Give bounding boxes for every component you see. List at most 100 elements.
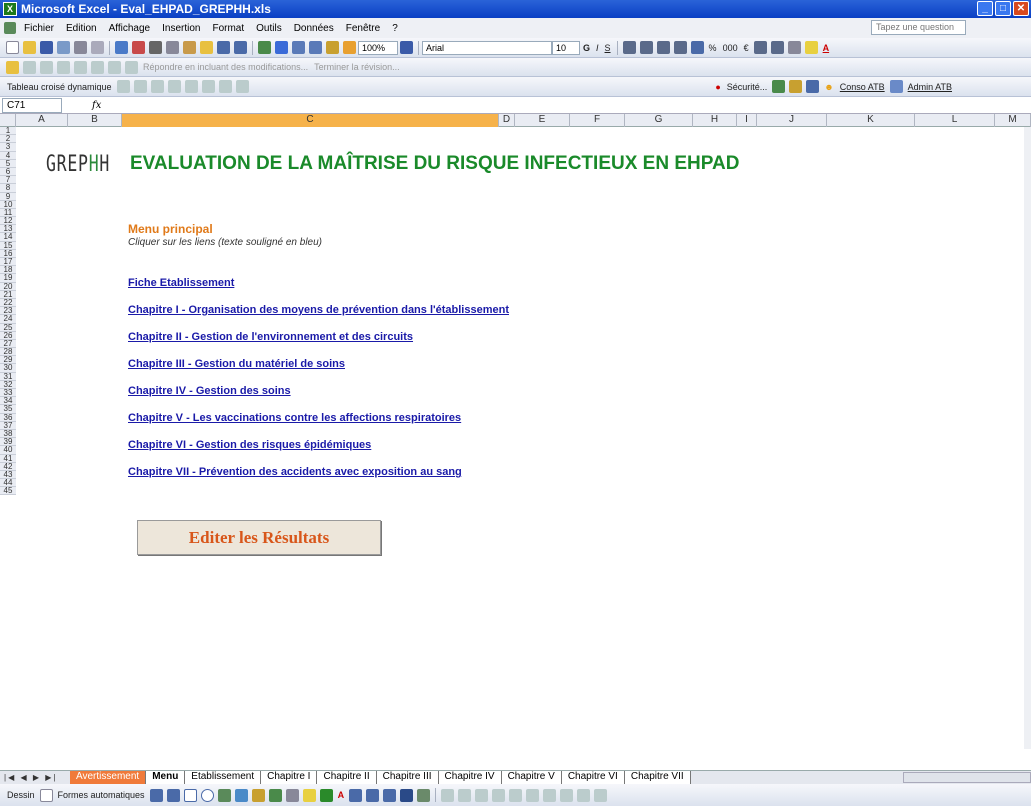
column-header-g[interactable]: G <box>625 114 693 127</box>
redo-icon[interactable] <box>234 41 247 54</box>
paste-icon[interactable] <box>183 41 196 54</box>
print-icon[interactable] <box>74 41 87 54</box>
pivot-icon-2[interactable] <box>133 80 147 93</box>
tools-icon[interactable] <box>789 80 803 93</box>
pivot-table-menu[interactable]: Tableau croisé dynamique <box>4 82 115 92</box>
align-left-icon[interactable] <box>622 41 636 54</box>
italic-icon[interactable]: I <box>593 43 602 53</box>
column-header-e[interactable]: E <box>515 114 570 127</box>
tab-chapitre-4[interactable]: Chapitre IV <box>438 771 502 784</box>
save-icon[interactable] <box>40 41 53 54</box>
rectangle-icon[interactable] <box>183 788 197 802</box>
editer-resultats-button[interactable]: Editer les Résultats <box>137 520 381 555</box>
font-color-draw-icon[interactable]: A <box>335 790 348 800</box>
percent-icon[interactable]: % <box>706 43 720 53</box>
tab-chapitre-2[interactable]: Chapitre II <box>317 771 377 784</box>
hyperlink-icon[interactable] <box>258 41 271 54</box>
pivot-icon-6[interactable] <box>201 80 215 93</box>
sort-desc-icon[interactable] <box>309 41 322 54</box>
preview-icon[interactable] <box>91 41 104 54</box>
column-header-j[interactable]: J <box>757 114 827 127</box>
menu-insertion[interactable]: Insertion <box>156 23 206 34</box>
forms-icon-2[interactable] <box>458 788 472 802</box>
forms-icon-5[interactable] <box>509 788 523 802</box>
open-icon[interactable] <box>23 41 36 54</box>
line-color-icon[interactable] <box>319 788 333 802</box>
copy-icon[interactable] <box>166 41 179 54</box>
font-size-combo[interactable]: 10 <box>552 40 580 55</box>
review-end-button[interactable]: Terminer la révision... <box>311 62 403 72</box>
minimize-button[interactable]: _ <box>977 1 993 16</box>
macro-icon[interactable] <box>772 80 786 93</box>
underline-icon[interactable]: S <box>602 43 614 53</box>
link-chapitre-6[interactable]: Chapitre VI - Gestion des risques épidém… <box>128 439 371 451</box>
pivot-icon-7[interactable] <box>218 80 232 93</box>
thousands-icon[interactable]: 000 <box>720 43 741 53</box>
vba-icon[interactable] <box>806 80 820 93</box>
horizontal-scrollbar[interactable] <box>903 772 1031 783</box>
security-icon[interactable]: ● <box>712 82 723 92</box>
link-chapitre-3[interactable]: Chapitre III - Gestion du matériel de so… <box>128 358 345 370</box>
merge-center-icon[interactable] <box>673 41 687 54</box>
menu-donnees[interactable]: Données <box>288 23 340 34</box>
conso-atb-button[interactable]: Conso ATB <box>837 82 888 92</box>
pivot-icon-4[interactable] <box>167 80 181 93</box>
security-button[interactable]: Sécurité... <box>724 82 771 92</box>
borders-icon[interactable] <box>787 41 801 54</box>
link-chapitre-4[interactable]: Chapitre IV - Gestion des soins <box>128 385 291 397</box>
align-center-icon[interactable] <box>639 41 653 54</box>
bold-icon[interactable]: G <box>580 43 593 53</box>
column-header-i[interactable]: I <box>737 114 757 127</box>
dash-style-icon[interactable] <box>366 788 380 802</box>
review-icon-8[interactable] <box>125 60 138 74</box>
select-pointer-icon[interactable] <box>39 788 53 802</box>
forms-icon-10[interactable] <box>594 788 608 802</box>
row-header[interactable]: 45 <box>0 487 16 496</box>
close-button[interactable]: ✕ <box>1013 1 1029 16</box>
pivot-icon-5[interactable] <box>184 80 198 93</box>
review-reply-button[interactable]: Répondre en incluant des modifications..… <box>140 62 311 72</box>
link-fiche-etablissement[interactable]: Fiche Etablissement <box>128 277 234 289</box>
tab-chapitre-7[interactable]: Chapitre VII <box>624 771 691 784</box>
link-chapitre-5[interactable]: Chapitre V - Les vaccinations contre les… <box>128 412 461 424</box>
menu-edition[interactable]: Edition <box>60 23 103 34</box>
tab-chapitre-3[interactable]: Chapitre III <box>376 771 439 784</box>
shadow-icon[interactable] <box>400 788 414 802</box>
column-header-c[interactable]: C <box>122 114 499 127</box>
sort-asc-icon[interactable] <box>292 41 305 54</box>
line-icon[interactable] <box>149 788 163 802</box>
tab-chapitre-6[interactable]: Chapitre VI <box>561 771 625 784</box>
forms-icon-8[interactable] <box>560 788 574 802</box>
tab-chapitre-5[interactable]: Chapitre V <box>501 771 562 784</box>
forms-icon-4[interactable] <box>492 788 506 802</box>
increase-decimal-icon[interactable] <box>753 41 767 54</box>
forms-icon-1[interactable] <box>441 788 455 802</box>
tab-etablissement[interactable]: Etablissement <box>185 771 262 784</box>
menu-outils[interactable]: Outils <box>250 23 288 34</box>
review-icon-3[interactable] <box>40 60 53 74</box>
vertical-scrollbar[interactable] <box>1024 127 1031 749</box>
menu-affichage[interactable]: Affichage <box>103 23 157 34</box>
fill-color-icon[interactable] <box>804 41 818 54</box>
tab-chapitre-1[interactable]: Chapitre I <box>261 771 318 784</box>
review-icon-5[interactable] <box>74 60 87 74</box>
tab-avertissement[interactable]: Avertissement <box>70 771 147 784</box>
permission-icon[interactable] <box>57 41 70 54</box>
zoom-combo[interactable]: 100% <box>358 40 398 55</box>
drawing-icon[interactable] <box>343 41 356 54</box>
admin-atb-button[interactable]: Admin ATB <box>905 82 955 92</box>
column-header-h[interactable]: H <box>693 114 737 127</box>
column-header-d[interactable]: D <box>499 114 515 127</box>
link-chapitre-2[interactable]: Chapitre II - Gestion de l'environnement… <box>128 331 413 343</box>
column-header-m[interactable]: M <box>995 114 1031 127</box>
maximize-button[interactable]: □ <box>995 1 1011 16</box>
new-icon[interactable] <box>6 41 19 54</box>
font-color-icon[interactable]: A <box>820 43 833 53</box>
link-chapitre-7[interactable]: Chapitre VII - Prévention des accidents … <box>128 466 462 478</box>
font-combo[interactable]: Arial <box>422 40 552 55</box>
euro-icon[interactable]: € <box>741 43 752 53</box>
3d-icon[interactable] <box>417 788 431 802</box>
diagram-icon[interactable] <box>251 788 265 802</box>
line-style-icon[interactable] <box>349 788 363 802</box>
help-search-input[interactable]: Tapez une question <box>871 20 966 35</box>
